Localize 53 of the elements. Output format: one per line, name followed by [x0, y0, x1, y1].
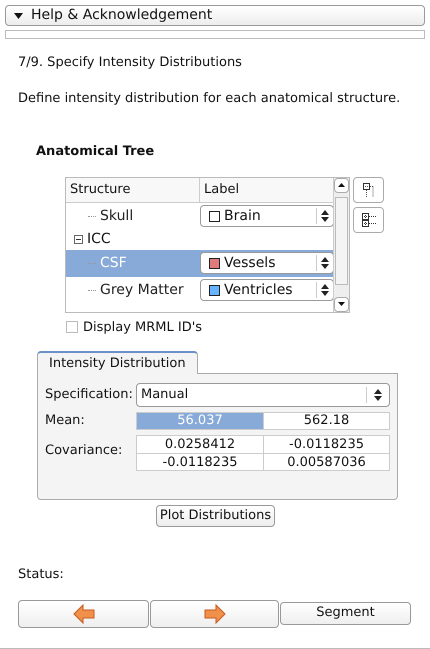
column-header[interactable]: Structure: [66, 178, 200, 202]
specification-dropdown[interactable]: Manual: [136, 383, 390, 407]
field-label: Mean:: [45, 412, 86, 430]
mean-cell[interactable]: 562.18: [263, 412, 389, 429]
spinner-icon: [321, 257, 329, 269]
tree-row[interactable]: CSF Vessels: [66, 250, 333, 276]
structure-name: ICC: [87, 230, 111, 249]
field-label: Covariance:: [45, 442, 124, 460]
tree-row[interactable]: ICC: [66, 230, 333, 250]
plot-distributions-button[interactable]: Plot Distributions: [156, 505, 276, 527]
caret-down-icon: [14, 12, 23, 18]
scroll-up-icon[interactable]: [338, 183, 345, 187]
arrow-right-icon: [204, 604, 226, 624]
step-title: 7/9. Specify Intensity Distributions: [18, 54, 243, 72]
collapsible-header[interactable]: Help & Acknowledgement: [5, 5, 425, 26]
next-button[interactable]: [150, 600, 279, 628]
tab[interactable]: Intensity Distribution: [37, 351, 198, 374]
expand-all-button[interactable]: [353, 206, 384, 232]
arrow-left-icon: [72, 604, 94, 624]
column-header[interactable]: Label: [200, 178, 244, 202]
tree-row[interactable]: Skull Brain: [66, 202, 333, 230]
covariance-cell[interactable]: 0.0258412: [137, 436, 263, 452]
back-button[interactable]: [18, 600, 149, 628]
collapse-all-button[interactable]: [353, 176, 384, 202]
step-description: Define intensity distribution for each anatomical structure.: [18, 90, 402, 108]
display-ids-checkbox[interactable]: Display MRML ID's: [66, 318, 430, 337]
structure-name: CSF: [100, 254, 127, 272]
covariance-cell[interactable]: 0.00587036: [263, 452, 389, 470]
section-title: Anatomical Tree: [36, 143, 156, 161]
structure-name: Grey Matter: [100, 280, 184, 300]
label-dropdown[interactable]: Vessels: [200, 252, 333, 274]
structure-name: Skull: [100, 206, 134, 226]
spinner-icon: [321, 284, 329, 296]
scrollbar[interactable]: [333, 178, 349, 312]
status-label: Status:: [18, 566, 65, 584]
label-text: Vessels: [224, 254, 276, 272]
scroll-down-icon[interactable]: [338, 302, 345, 306]
collapse-icon[interactable]: [74, 235, 83, 244]
covariance-cell[interactable]: -0.0118235: [137, 452, 263, 470]
tree-collapse-icon: [362, 182, 374, 196]
tree-row[interactable]: Grey Matter Ventricles: [66, 276, 333, 304]
checkbox-label: Display MRML ID's: [83, 318, 202, 336]
tree-expand-icon: [362, 212, 376, 226]
segment-button[interactable]: Segment: [280, 602, 411, 624]
covariance-cell[interactable]: -0.0118235: [263, 436, 389, 452]
label-dropdown[interactable]: Ventricles: [200, 279, 333, 301]
label-text: Ventricles: [224, 280, 294, 300]
field-label: Specification:: [45, 386, 134, 404]
label-text: Brain: [224, 206, 262, 226]
spinner-icon: [374, 389, 382, 401]
label-dropdown[interactable]: Brain: [200, 205, 333, 227]
checkbox[interactable]: [66, 321, 78, 334]
spinner-icon: [321, 210, 329, 222]
